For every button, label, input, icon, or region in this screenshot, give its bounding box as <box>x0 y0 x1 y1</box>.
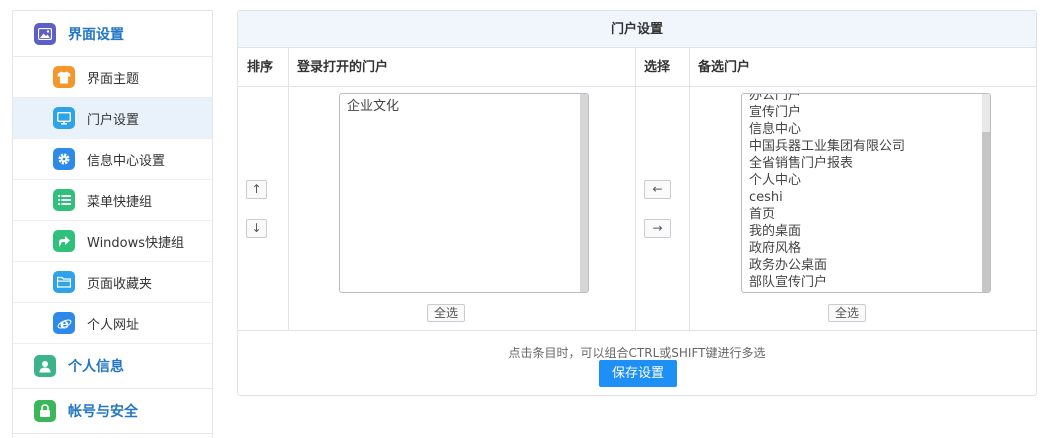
arrow-shortcut-icon <box>53 230 75 252</box>
login-portals-listbox[interactable]: 企业文化 <box>339 93 589 293</box>
move-down-button[interactable]: ↓ <box>246 219 267 238</box>
list-item[interactable]: 中国兵器工业集团有限公司 <box>742 138 990 155</box>
sidebar-item-personal-urls[interactable]: e 个人网址 <box>13 303 212 344</box>
sidebar-item-label: 门户设置 <box>87 112 140 128</box>
sidebar-item-label: 信息中心设置 <box>87 153 166 169</box>
list-item[interactable]: 全省销售门户报表 <box>742 155 990 172</box>
sidebar-item-windows-shortcuts[interactable]: Windows快捷组 <box>13 221 212 262</box>
list-item[interactable]: 信息中心 <box>742 121 990 138</box>
multi-select-hint: 点击条目时，可以组合CTRL或SHIFT键进行多选 <box>508 346 766 360</box>
divider <box>238 330 1036 331</box>
available-portals-listbox[interactable]: 办公门户 宣传门户 信息中心 中国兵器工业集团有限公司 全省销售门户报表 个人中心 cesh… <box>741 93 991 293</box>
ie-browser-icon: e <box>53 312 75 334</box>
sidebar-item-menu-shortcuts[interactable]: 菜单快捷组 <box>13 180 212 221</box>
move-left-button[interactable]: ← <box>644 180 671 199</box>
tshirt-icon <box>53 66 75 88</box>
sidebar-item-theme[interactable]: 界面主题 <box>13 57 212 98</box>
sidebar-section-interface[interactable]: 界面设置 <box>13 11 212 57</box>
sidebar-section-label: 个人信息 <box>68 359 124 375</box>
list-item[interactable]: 个人中心 <box>742 172 990 189</box>
list-item[interactable]: 企业文化 <box>340 98 588 115</box>
person-icon <box>34 355 56 377</box>
list-item[interactable]: 宣传门户 <box>742 104 990 121</box>
sidebar-section-account-security[interactable]: 帐号与安全 <box>13 389 212 434</box>
select-all-right-button[interactable]: 全选 <box>828 304 866 322</box>
sidebar-section-label: 帐号与安全 <box>68 404 138 420</box>
sidebar-item-label: Windows快捷组 <box>87 235 185 251</box>
sidebar: 界面设置 界面主题 门户设置 信息中心设置 菜单快捷组 Windows快捷组 页… <box>12 10 213 438</box>
panel-title: 门户设置 <box>238 11 1036 48</box>
sidebar-item-label: 界面主题 <box>87 71 140 87</box>
select-all-left-button[interactable]: 全选 <box>427 304 465 322</box>
scrollbar-thumb[interactable] <box>982 132 990 292</box>
header-select: 选择 <box>644 60 671 75</box>
folder-icon <box>53 271 75 293</box>
divider <box>689 48 690 331</box>
sidebar-item-portal-settings[interactable]: 门户设置 <box>13 98 212 139</box>
list-icon <box>53 189 75 211</box>
portal-settings-panel: 门户设置 排序 登录打开的门户 选择 备选门户 ↑ ↓ 企业文化 全选 ← → … <box>237 10 1037 396</box>
monitor-icon <box>53 107 75 129</box>
gear-icon <box>53 148 75 170</box>
sidebar-section-label: 界面设置 <box>68 26 124 43</box>
list-item[interactable]: 首页 <box>742 206 990 223</box>
lock-icon <box>34 400 56 422</box>
scrollbar[interactable] <box>982 94 990 292</box>
list-item[interactable]: ceshi <box>742 189 990 206</box>
divider <box>238 86 1036 87</box>
sidebar-item-info-center[interactable]: 信息中心设置 <box>13 139 212 180</box>
save-button[interactable]: 保存设置 <box>599 360 677 387</box>
move-up-button[interactable]: ↑ <box>246 180 267 199</box>
header-available-portals: 备选门户 <box>698 60 751 75</box>
header-sort: 排序 <box>247 60 274 75</box>
list-item[interactable]: 办公门户 <box>742 94 990 104</box>
sidebar-item-favorites[interactable]: 页面收藏夹 <box>13 262 212 303</box>
svg-text:e: e <box>60 316 69 331</box>
list-item[interactable]: 政府风格 <box>742 240 990 257</box>
header-login-portals: 登录打开的门户 <box>297 60 389 75</box>
divider <box>288 48 289 331</box>
list-item[interactable]: 我的桌面 <box>742 223 990 240</box>
scrollbar[interactable] <box>580 94 588 292</box>
list-item[interactable]: 政务办公桌面 <box>742 257 990 274</box>
divider <box>635 48 636 331</box>
list-item[interactable]: 部队宣传门户 <box>742 274 990 291</box>
picture-icon <box>34 22 56 45</box>
sidebar-item-label: 页面收藏夹 <box>87 276 153 292</box>
sidebar-item-label: 菜单快捷组 <box>87 194 153 210</box>
move-right-button[interactable]: → <box>644 219 671 238</box>
sidebar-item-label: 个人网址 <box>87 317 140 333</box>
sidebar-section-personal-info[interactable]: 个人信息 <box>13 344 212 389</box>
